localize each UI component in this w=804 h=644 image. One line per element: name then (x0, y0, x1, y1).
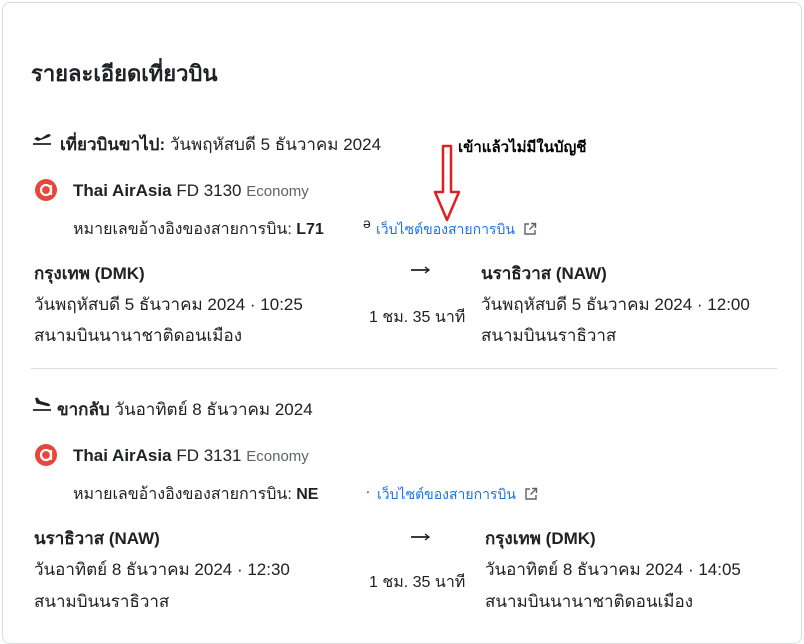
outbound-departure-datetime: วันพฤหัสบดี 5 ธันวาคม 2024 · 10:25 (34, 295, 303, 314)
annotation-note: เข้าแล้วไม่มีในบัญชี (458, 139, 587, 156)
airasia-logo-icon (35, 179, 57, 201)
return-airline-name: Thai AirAsia (73, 446, 172, 465)
return-ref-tail: . (366, 480, 370, 496)
outbound-airline-name: Thai AirAsia (73, 181, 172, 200)
return-ref-value: NE (296, 486, 319, 503)
outbound-website-label[interactable]: เว็บไซต์ของสายการบิน (376, 221, 515, 237)
return-airline-line: Thai AirAsia FD 3131 Economy (73, 446, 309, 466)
return-reference-line: หมายเลขอ้างอิงของสายการบิน: NE (73, 482, 318, 507)
external-link-icon[interactable] (523, 222, 537, 236)
return-cabin-class: Economy (246, 448, 309, 465)
redaction-block (330, 481, 366, 501)
arrow-right-icon (411, 266, 431, 274)
external-link-icon[interactable] (524, 487, 538, 501)
return-ref-label: หมายเลขอ้างอิงของสายการบิน: (73, 486, 292, 503)
outbound-ref-label: หมายเลขอ้างอิงของสายการบิน: (73, 221, 292, 238)
leg-divider (31, 368, 777, 369)
return-departure-datetime: วันอาทิตย์ 8 ธันวาคม 2024 · 12:30 (34, 560, 290, 579)
landing-icon (33, 397, 51, 411)
return-departure-airport: นราธิวาส (NAW) (34, 529, 160, 548)
airasia-logo-icon (35, 444, 57, 466)
takeoff-icon (33, 134, 51, 145)
return-arrival-datetime: วันอาทิตย์ 8 ธันวาคม 2024 · 14:05 (485, 560, 741, 579)
outbound-arrival-airport: นราธิวาส (NAW) (481, 264, 607, 283)
outbound-ref-tail: ə (363, 215, 371, 231)
return-flight-number: FD 3131 (176, 446, 242, 465)
return-header: ขากลับ วันอาทิตย์ 8 ธันวาคม 2024 (57, 396, 313, 423)
outbound-date: วันพฤหัสบดี 5 ธันวาคม 2024 (169, 135, 382, 154)
return-arrival-airport-name: สนามบินนานาชาติดอนเมือง (485, 592, 694, 611)
outbound-arrival-datetime: วันพฤหัสบดี 5 ธันวาคม 2024 · 12:00 (481, 295, 750, 314)
outbound-header: เที่ยวบินขาไป: วันพฤหัสบดี 5 ธันวาคม 202… (60, 131, 381, 158)
outbound-departure-airport-name: สนามบินนานาชาติดอนเมือง (34, 326, 243, 345)
return-website-link[interactable]: เว็บไซต์ของสายการบิน (377, 484, 516, 506)
return-duration: 1 ชม. 35 นาที (369, 574, 466, 591)
annotation-arrow-icon (433, 144, 461, 222)
outbound-website-link[interactable]: เว็บไซต์ของสายการบิน (376, 219, 515, 241)
return-arrival-airport: กรุงเทพ (DMK) (485, 529, 596, 548)
return-label: ขากลับ (57, 400, 110, 419)
return-website-label[interactable]: เว็บไซต์ของสายการบิน (377, 486, 516, 502)
redaction-block (338, 216, 364, 236)
return-departure-airport-name: สนามบินนราธิวาส (34, 592, 170, 611)
outbound-departure-airport: กรุงเทพ (DMK) (34, 264, 145, 283)
return-date: วันอาทิตย์ 8 ธันวาคม 2024 (114, 400, 313, 419)
outbound-reference-line: หมายเลขอ้างอิงของสายการบิน: L71 (73, 217, 324, 242)
outbound-arrival-airport-name: สนามบินนราธิวาส (481, 326, 617, 345)
outbound-ref-value: L71 (296, 221, 324, 238)
outbound-label: เที่ยวบินขาไป: (60, 135, 166, 154)
outbound-airline-line: Thai AirAsia FD 3130 Economy (73, 181, 309, 201)
outbound-flight-number: FD 3130 (176, 181, 242, 200)
outbound-duration: 1 ชม. 35 นาที (369, 309, 466, 326)
arrow-right-icon (411, 533, 431, 541)
outbound-cabin-class: Economy (246, 183, 309, 200)
page-title: รายละเอียดเที่ยวบิน (31, 61, 218, 86)
